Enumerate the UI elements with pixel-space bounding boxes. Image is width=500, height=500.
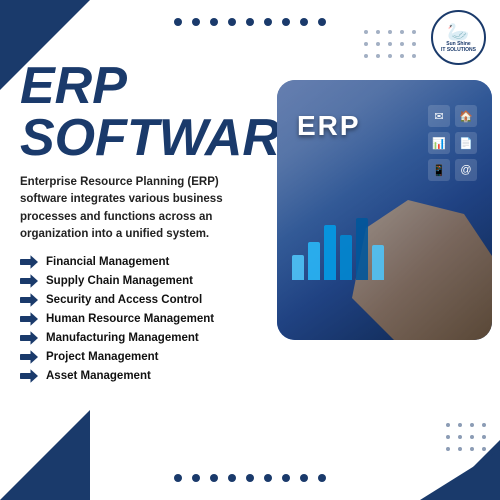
erp-visual: ERP ✉ 🏠 📊 📄 📱 @: [277, 80, 492, 340]
feature-label: Project Management: [46, 351, 158, 363]
icon-envelope: ✉: [428, 105, 450, 127]
feature-label: Manufacturing Management: [46, 332, 199, 344]
chart-bar: [340, 235, 352, 280]
features-list: Financial Management Supply Chain Managem…: [20, 255, 260, 383]
logo-icon: 🦢: [447, 23, 469, 41]
page-wrapper: 🦢 Sun Shine IT SOLUTIONS ERP ✉ 🏠 📊 📄 📱 @: [0, 0, 500, 500]
erp-icons-grid: ✉ 🏠 📊 📄 📱 @: [428, 105, 477, 181]
logo-subtext: IT SOLUTIONS: [441, 47, 476, 53]
feature-item: Security and Access Control: [20, 293, 260, 307]
company-logo: 🦢 Sun Shine IT SOLUTIONS: [431, 10, 486, 65]
feature-label: Supply Chain Management: [46, 275, 193, 287]
icon-home: 🏠: [455, 105, 477, 127]
arrow-right-icon: [20, 255, 38, 269]
arrow-right-icon: [20, 293, 38, 307]
icon-chart: 📊: [428, 132, 450, 154]
feature-item: Asset Management: [20, 369, 260, 383]
erp-image-panel: ERP ✉ 🏠 📊 📄 📱 @: [277, 80, 492, 340]
feature-item: Financial Management: [20, 255, 260, 269]
feature-label: Asset Management: [46, 370, 151, 382]
icon-at: @: [455, 159, 477, 181]
arrow-right-icon: [20, 369, 38, 383]
icon-doc: 📄: [455, 132, 477, 154]
icon-phone: 📱: [428, 159, 450, 181]
feature-item: Human Resource Management: [20, 312, 260, 326]
chart-bar: [372, 245, 384, 280]
chart-bar: [308, 242, 320, 280]
description-text: Enterprise Resource Planning (ERP) softw…: [20, 174, 260, 243]
erp-image-label: ERP: [297, 110, 361, 142]
feature-item: Manufacturing Management: [20, 331, 260, 345]
feature-item: Supply Chain Management: [20, 274, 260, 288]
feature-label: Human Resource Management: [46, 313, 214, 325]
chart-bar: [292, 255, 304, 280]
arrow-right-icon: [20, 331, 38, 345]
feature-label: Financial Management: [46, 256, 169, 268]
dots-pattern-bottom-right: [446, 423, 490, 455]
erp-chart: [292, 218, 384, 280]
chart-bar: [356, 218, 368, 280]
arrow-right-icon: [20, 350, 38, 364]
feature-label: Security and Access Control: [46, 294, 202, 306]
arrow-right-icon: [20, 312, 38, 326]
arrow-right-icon: [20, 274, 38, 288]
feature-item: Project Management: [20, 350, 260, 364]
chart-bar: [324, 225, 336, 280]
